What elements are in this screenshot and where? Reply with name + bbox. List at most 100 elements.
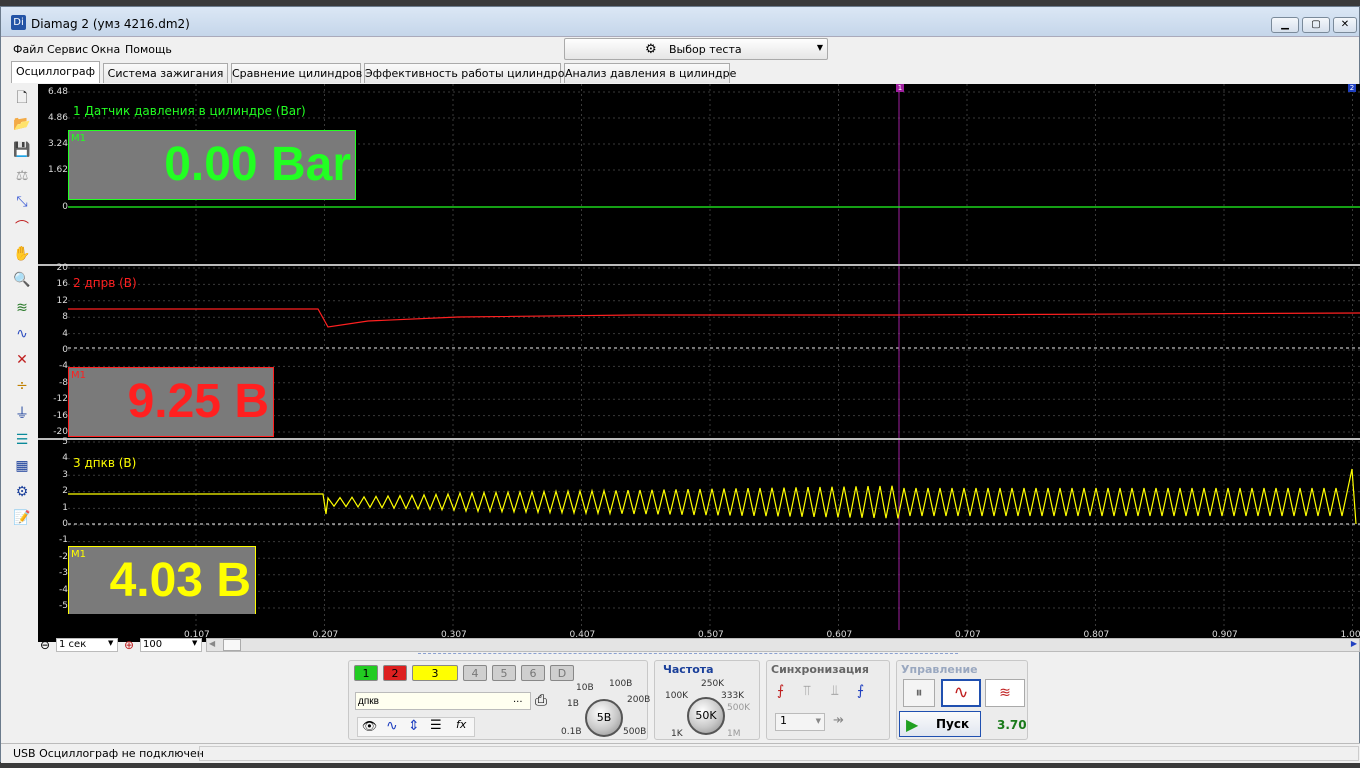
tab-oscillograph[interactable]: Осциллограф — [11, 61, 100, 83]
grid-icon[interactable]: ▦ — [11, 455, 33, 477]
zoom-out-icon[interactable]: ⊖ — [40, 638, 50, 652]
sync-title: Синхронизация — [771, 663, 869, 676]
control-panel: 123456D ... ⎙ 👁 ∿ ⇕ ☰ fx 5В 10В 100В 1В … — [348, 658, 1028, 740]
connection-status: USB Осциллограф не подключен — [13, 747, 204, 760]
cursor-1-marker[interactable]: 1 — [896, 84, 904, 92]
scroll-thumb[interactable] — [223, 639, 241, 651]
open-folder-icon[interactable]: 📂 — [11, 113, 33, 135]
lines-icon[interactable]: ☰ — [430, 718, 442, 733]
channel-name-input[interactable] — [355, 692, 531, 710]
y-tick-label: 6.48 — [47, 87, 68, 97]
tab-ignition[interactable]: Система зажигания — [103, 63, 228, 83]
channel-button-5[interactable]: 5 — [492, 665, 516, 681]
channel-button-1[interactable]: 1 — [354, 665, 378, 681]
status-bar: USB Осциллограф не подключен — [1, 743, 1360, 763]
probe-settings-icon[interactable]: ⎙ — [535, 691, 547, 709]
frequency-group: Частота 50K 250K 100K 333K 500K 1K 1M — [654, 660, 760, 740]
knob-label: 500K — [727, 703, 751, 713]
split-icon[interactable]: ÷ — [11, 375, 33, 397]
frequency-knob[interactable]: 50K — [687, 697, 725, 735]
dropdown-arrow-icon: ▼ — [816, 43, 823, 52]
notes-icon[interactable]: 📝 — [11, 507, 33, 529]
rising-trigger-icon[interactable]: ⫪ — [803, 683, 811, 699]
knob-label: 10В — [576, 683, 594, 693]
auto-sync-icon[interactable]: ⨍ — [857, 683, 864, 699]
knob-label: 0.1В — [561, 727, 582, 737]
y-tick-label: 4 — [62, 453, 68, 464]
channel-1-label: 1 Датчик давления в цилиндре (Bar) — [73, 104, 306, 118]
maximize-button[interactable]: ▢ — [1302, 17, 1330, 33]
horizontal-scrollbar[interactable]: ◀ ▶ — [206, 638, 1360, 652]
zoom-in-icon[interactable]: ⊕ — [124, 638, 134, 652]
sync-group: Синхронизация ⨍ ⫪ ⫫ ⨍ 1 ▼ ↠ — [766, 660, 890, 740]
sine-icon[interactable]: ∿ — [11, 323, 33, 345]
continuous-wave-button[interactable]: ≋ — [985, 679, 1025, 707]
menu-help[interactable]: Помощь — [125, 43, 172, 56]
rising-edge-icon[interactable]: ⨍ — [777, 683, 784, 699]
fx-icon[interactable]: fx — [456, 718, 466, 731]
channel-1-value: 0.00 Bar — [164, 138, 351, 191]
cursor-measure-icon[interactable]: ⤡ — [11, 191, 33, 213]
knob-label: 1K — [671, 729, 683, 739]
sync-arrows-icon[interactable]: ↠ — [833, 713, 844, 728]
sync-channel-select[interactable]: 1 ▼ — [775, 713, 825, 731]
y-tick-label: -4 — [59, 584, 68, 595]
zoom-icon[interactable]: 🔍 — [11, 269, 33, 291]
vertical-move-icon[interactable]: ⇕ — [408, 718, 420, 734]
marker-label: M1 — [71, 549, 86, 560]
new-file-icon[interactable]: 🗋 — [11, 87, 33, 109]
cursor-2-marker[interactable]: 2 — [1348, 84, 1356, 92]
channel-button-6[interactable]: 6 — [521, 665, 545, 681]
knob-label: 100В — [609, 679, 633, 689]
channel-2-value: 9.25 В — [127, 375, 269, 428]
control-title: Управление — [901, 663, 978, 676]
y-tick-label: -16 — [53, 410, 68, 421]
tab-cylinder-efficiency[interactable]: Эффективность работы цилиндров — [364, 63, 571, 83]
y-tick-label: 0 — [62, 202, 68, 212]
oscilloscope-area[interactable]: 1 Датчик давления в цилиндре (Bar) M1 0.… — [38, 84, 1360, 630]
y-tick-label: 5 — [62, 437, 68, 447]
close-button[interactable]: ✕ — [1333, 17, 1357, 33]
control-group: Управление ⏸ ∿ ≋ ▶ Пуск 3.70 — [896, 660, 1028, 740]
save-icon[interactable]: 💾 — [11, 139, 33, 161]
channel-name-browse-button[interactable]: ... — [513, 694, 523, 705]
knob-label: 1M — [727, 729, 741, 739]
single-wave-button[interactable]: ∿ — [941, 679, 981, 707]
scroll-right-icon[interactable]: ▶ — [1351, 639, 1357, 648]
wave-icon[interactable]: ∿ — [386, 718, 398, 734]
channel-button-4[interactable]: 4 — [463, 665, 487, 681]
falling-trigger-icon[interactable]: ⫫ — [831, 683, 839, 699]
tab-cylinder-compare[interactable]: Сравнение цилиндров — [231, 63, 362, 83]
test-selector[interactable]: ⚙ Выбор теста ▼ — [564, 38, 828, 60]
envelope-icon[interactable]: ⌒ — [11, 217, 33, 239]
y-tick-label: -3 — [59, 568, 68, 579]
auto-settings-icon[interactable]: ⚙ — [11, 481, 33, 503]
menu-service[interactable]: Сервис — [47, 43, 88, 56]
channel-button-2[interactable]: 2 — [383, 665, 407, 681]
waves-icon[interactable]: ≋ — [11, 297, 33, 319]
pause-button[interactable]: ⏸ — [903, 679, 935, 707]
start-button[interactable]: ▶ Пуск — [899, 711, 981, 737]
filter-icon[interactable]: ⏚ — [11, 403, 33, 425]
layers-icon[interactable]: ☰ — [11, 429, 33, 451]
hand-pan-icon[interactable]: ✋ — [11, 243, 33, 265]
y-tick-label: 8 — [62, 312, 68, 323]
channel-3-value: 4.03 В — [109, 554, 251, 607]
auto-scale-icon[interactable]: ⚖ — [11, 165, 33, 187]
y-tick-label: 1 — [62, 502, 68, 513]
scroll-left-icon[interactable]: ◀ — [209, 639, 215, 648]
minimize-button[interactable]: ▁ — [1271, 17, 1299, 33]
play-icon: ▶ — [906, 715, 919, 734]
channel-button-D[interactable]: D — [550, 665, 574, 681]
y-tick-label: 0 — [62, 519, 68, 529]
eye-icon[interactable]: 👁 — [362, 719, 377, 733]
channel-3-panel: 3 дпкв (В) M1 4.03 В — [38, 440, 1360, 614]
menu-file[interactable]: Файл — [13, 43, 43, 56]
cross-icon[interactable]: ✕ — [11, 349, 33, 371]
menu-windows[interactable]: Окна — [91, 43, 120, 56]
dropdown-arrow-icon: ▼ — [815, 717, 821, 725]
channel-button-3[interactable]: 3 — [412, 665, 458, 681]
tab-pressure-analysis[interactable]: Анализ давления в цилиндре — [564, 63, 736, 83]
volts-knob[interactable]: 5В — [585, 699, 623, 737]
y-tick-label: -2 — [59, 551, 68, 562]
